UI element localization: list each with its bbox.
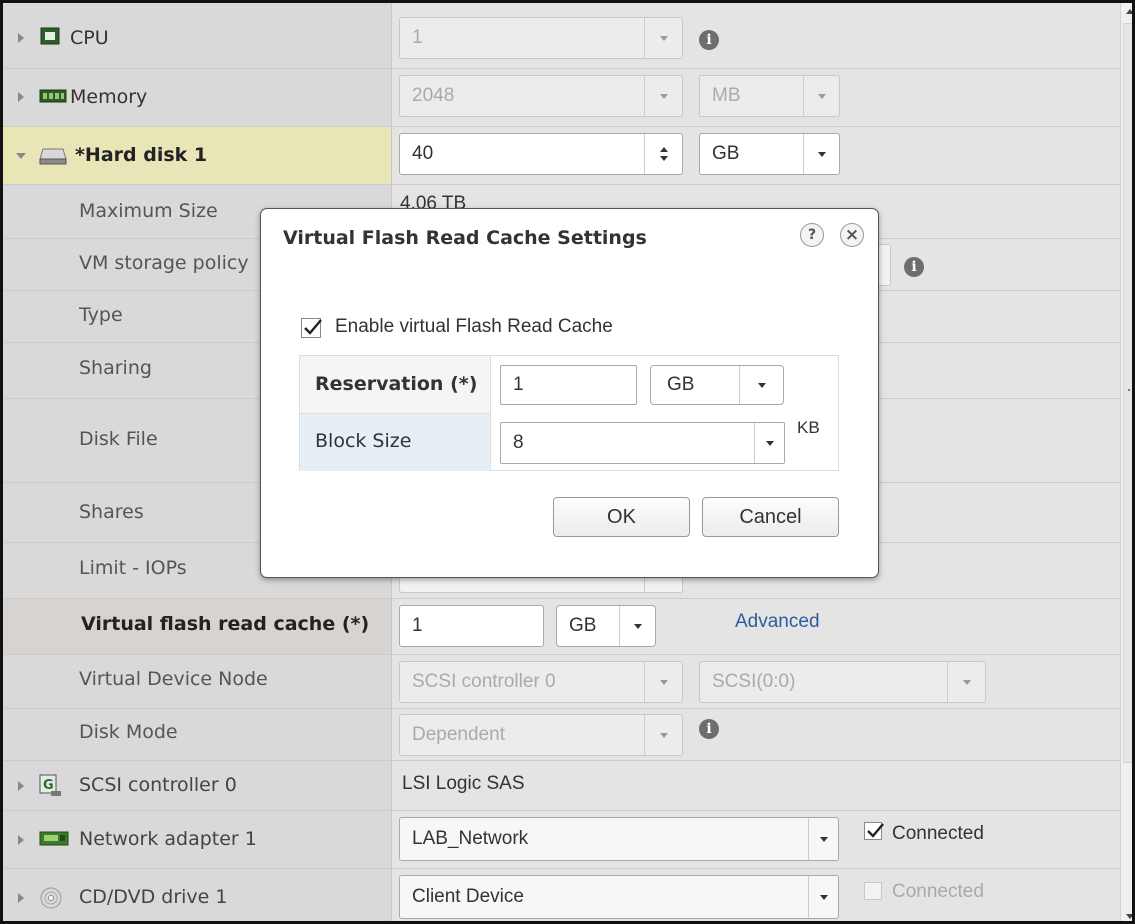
cpu-count-select[interactable]: 1 [399,17,683,59]
shares-label: Shares [79,501,144,523]
network-adapter-icon [39,831,69,846]
network-connected-checkbox[interactable] [864,822,884,840]
scroll-grip-icon [1128,389,1130,397]
chevron-down-icon[interactable] [808,876,838,918]
disk-file-label: Disk File [79,428,158,450]
cpu-label: CPU [70,27,109,49]
info-icon[interactable]: i [699,30,719,50]
memory-unit-select[interactable]: MB [699,75,840,117]
expand-arrow-icon[interactable] [18,781,24,791]
info-icon[interactable]: i [699,719,719,739]
chevron-down-icon[interactable] [808,818,838,860]
memory-size-select[interactable]: 2048 [399,75,683,117]
scsi-controller-icon: G [39,774,61,796]
chevron-down-icon[interactable] [619,606,655,646]
device-row-scsi: G SCSI controller 0 LSI Logic SAS [3,761,1120,811]
block-size-label: Block Size [315,430,412,452]
limit-iops-label: Limit - IOPs [79,557,187,579]
device-node-select[interactable]: SCSI(0:0) [699,661,986,703]
vfrc-settings-dialog: Virtual Flash Read Cache Settings ? × En… [260,208,879,578]
device-row-cpu: CPU 1 i [3,3,1120,69]
device-row-cdvd: CD/DVD drive 1 Client Device Connected [3,869,1120,921]
cdvd-connected-label: Connected [892,881,984,902]
disk-mode-select[interactable]: Dependent [399,714,683,756]
block-size-unit: KB [797,418,820,437]
svg-text:G: G [43,778,54,793]
max-size-label: Maximum Size [79,200,218,222]
cd-dvd-icon [40,887,62,909]
cdvd-select[interactable]: Client Device [399,875,839,919]
enable-vfrc-checkbox[interactable] [301,318,322,338]
vertical-scrollbar[interactable] [1120,3,1132,921]
device-row-network: Network adapter 1 LAB_Network Connected [3,811,1120,869]
chevron-down-icon[interactable] [803,134,839,174]
hard-disk-unit-select[interactable]: GB [699,133,840,175]
scroll-down-icon[interactable] [1126,914,1132,919]
device-row-memory: Memory 2048 MB [3,69,1120,127]
network-label: Network adapter 1 [79,828,257,850]
vfrc-label: Virtual flash read cache (*) [81,613,370,635]
storage-policy-label: VM storage policy [79,252,249,274]
cdvd-label: CD/DVD drive 1 [79,886,228,908]
device-node-controller-select[interactable]: SCSI controller 0 [399,661,683,703]
detail-row-disk-mode: Disk Mode Dependent i [3,709,1120,761]
checkmark-icon [304,319,322,335]
reservation-unit-select[interactable]: GB [650,365,784,405]
cpu-icon [40,27,60,45]
vfrc-unit-select[interactable]: GB [556,605,656,647]
chevron-down-icon[interactable] [739,366,783,404]
hard-disk-size-stepper[interactable]: 40 [399,133,683,175]
scroll-up-icon[interactable] [1126,9,1132,14]
ok-button[interactable]: OK [553,497,690,537]
reservation-label: Reservation (*) [315,373,478,395]
expand-arrow-icon[interactable] [18,92,24,102]
scsi-label: SCSI controller 0 [79,774,237,796]
expand-arrow-icon[interactable] [18,835,24,845]
chevron-down-icon[interactable] [947,662,985,702]
detail-row-device-node: Virtual Device Node SCSI controller 0 SC… [3,655,1120,709]
close-icon[interactable]: × [840,223,864,247]
advanced-link[interactable]: Advanced [735,611,820,633]
vfrc-size-input[interactable]: 1 [399,605,544,647]
memory-label: Memory [70,86,148,108]
collapse-arrow-icon[interactable] [16,153,26,159]
chevron-down-icon[interactable] [644,76,682,116]
block-size-select[interactable]: 8 [500,422,785,464]
info-icon[interactable]: i [904,257,924,277]
chevron-down-icon[interactable] [644,662,682,702]
stepper-arrows-icon[interactable] [644,134,682,174]
vm-hardware-editor: CPU 1 i Memory 2048 MB *Hard disk 1 40 G… [0,0,1135,924]
reservation-input[interactable]: 1 [500,365,637,405]
checkmark-icon [867,823,884,838]
help-icon[interactable]: ? [800,223,824,247]
expand-arrow-icon[interactable] [18,33,24,43]
cancel-button[interactable]: Cancel [702,497,839,537]
chevron-down-icon[interactable] [803,76,839,116]
chevron-down-icon[interactable] [754,423,784,463]
expand-arrow-icon[interactable] [18,893,24,903]
detail-row-vfrc: Virtual flash read cache (*) 1 GB Advanc… [3,599,1120,655]
scsi-value: LSI Logic SAS [402,773,525,794]
cdvd-connected-checkbox[interactable] [864,882,882,900]
hard-disk-icon [39,148,67,165]
sharing-label: Sharing [79,357,152,379]
type-label: Type [79,304,123,326]
disk-mode-label: Disk Mode [79,721,178,743]
device-node-label: Virtual Device Node [79,668,268,690]
vfrc-settings-table: Reservation (*) Block Size 1 GB 8 KB [299,355,839,471]
device-row-hard-disk: *Hard disk 1 40 GB [3,127,1120,185]
chevron-down-icon[interactable] [644,715,682,755]
enable-vfrc-label: Enable virtual Flash Read Cache [335,316,613,337]
network-select[interactable]: LAB_Network [399,817,839,861]
memory-icon [39,89,67,103]
network-connected-label: Connected [892,823,984,844]
hard-disk-label: *Hard disk 1 [75,144,208,166]
chevron-down-icon[interactable] [644,18,682,58]
dialog-title: Virtual Flash Read Cache Settings [283,227,647,249]
